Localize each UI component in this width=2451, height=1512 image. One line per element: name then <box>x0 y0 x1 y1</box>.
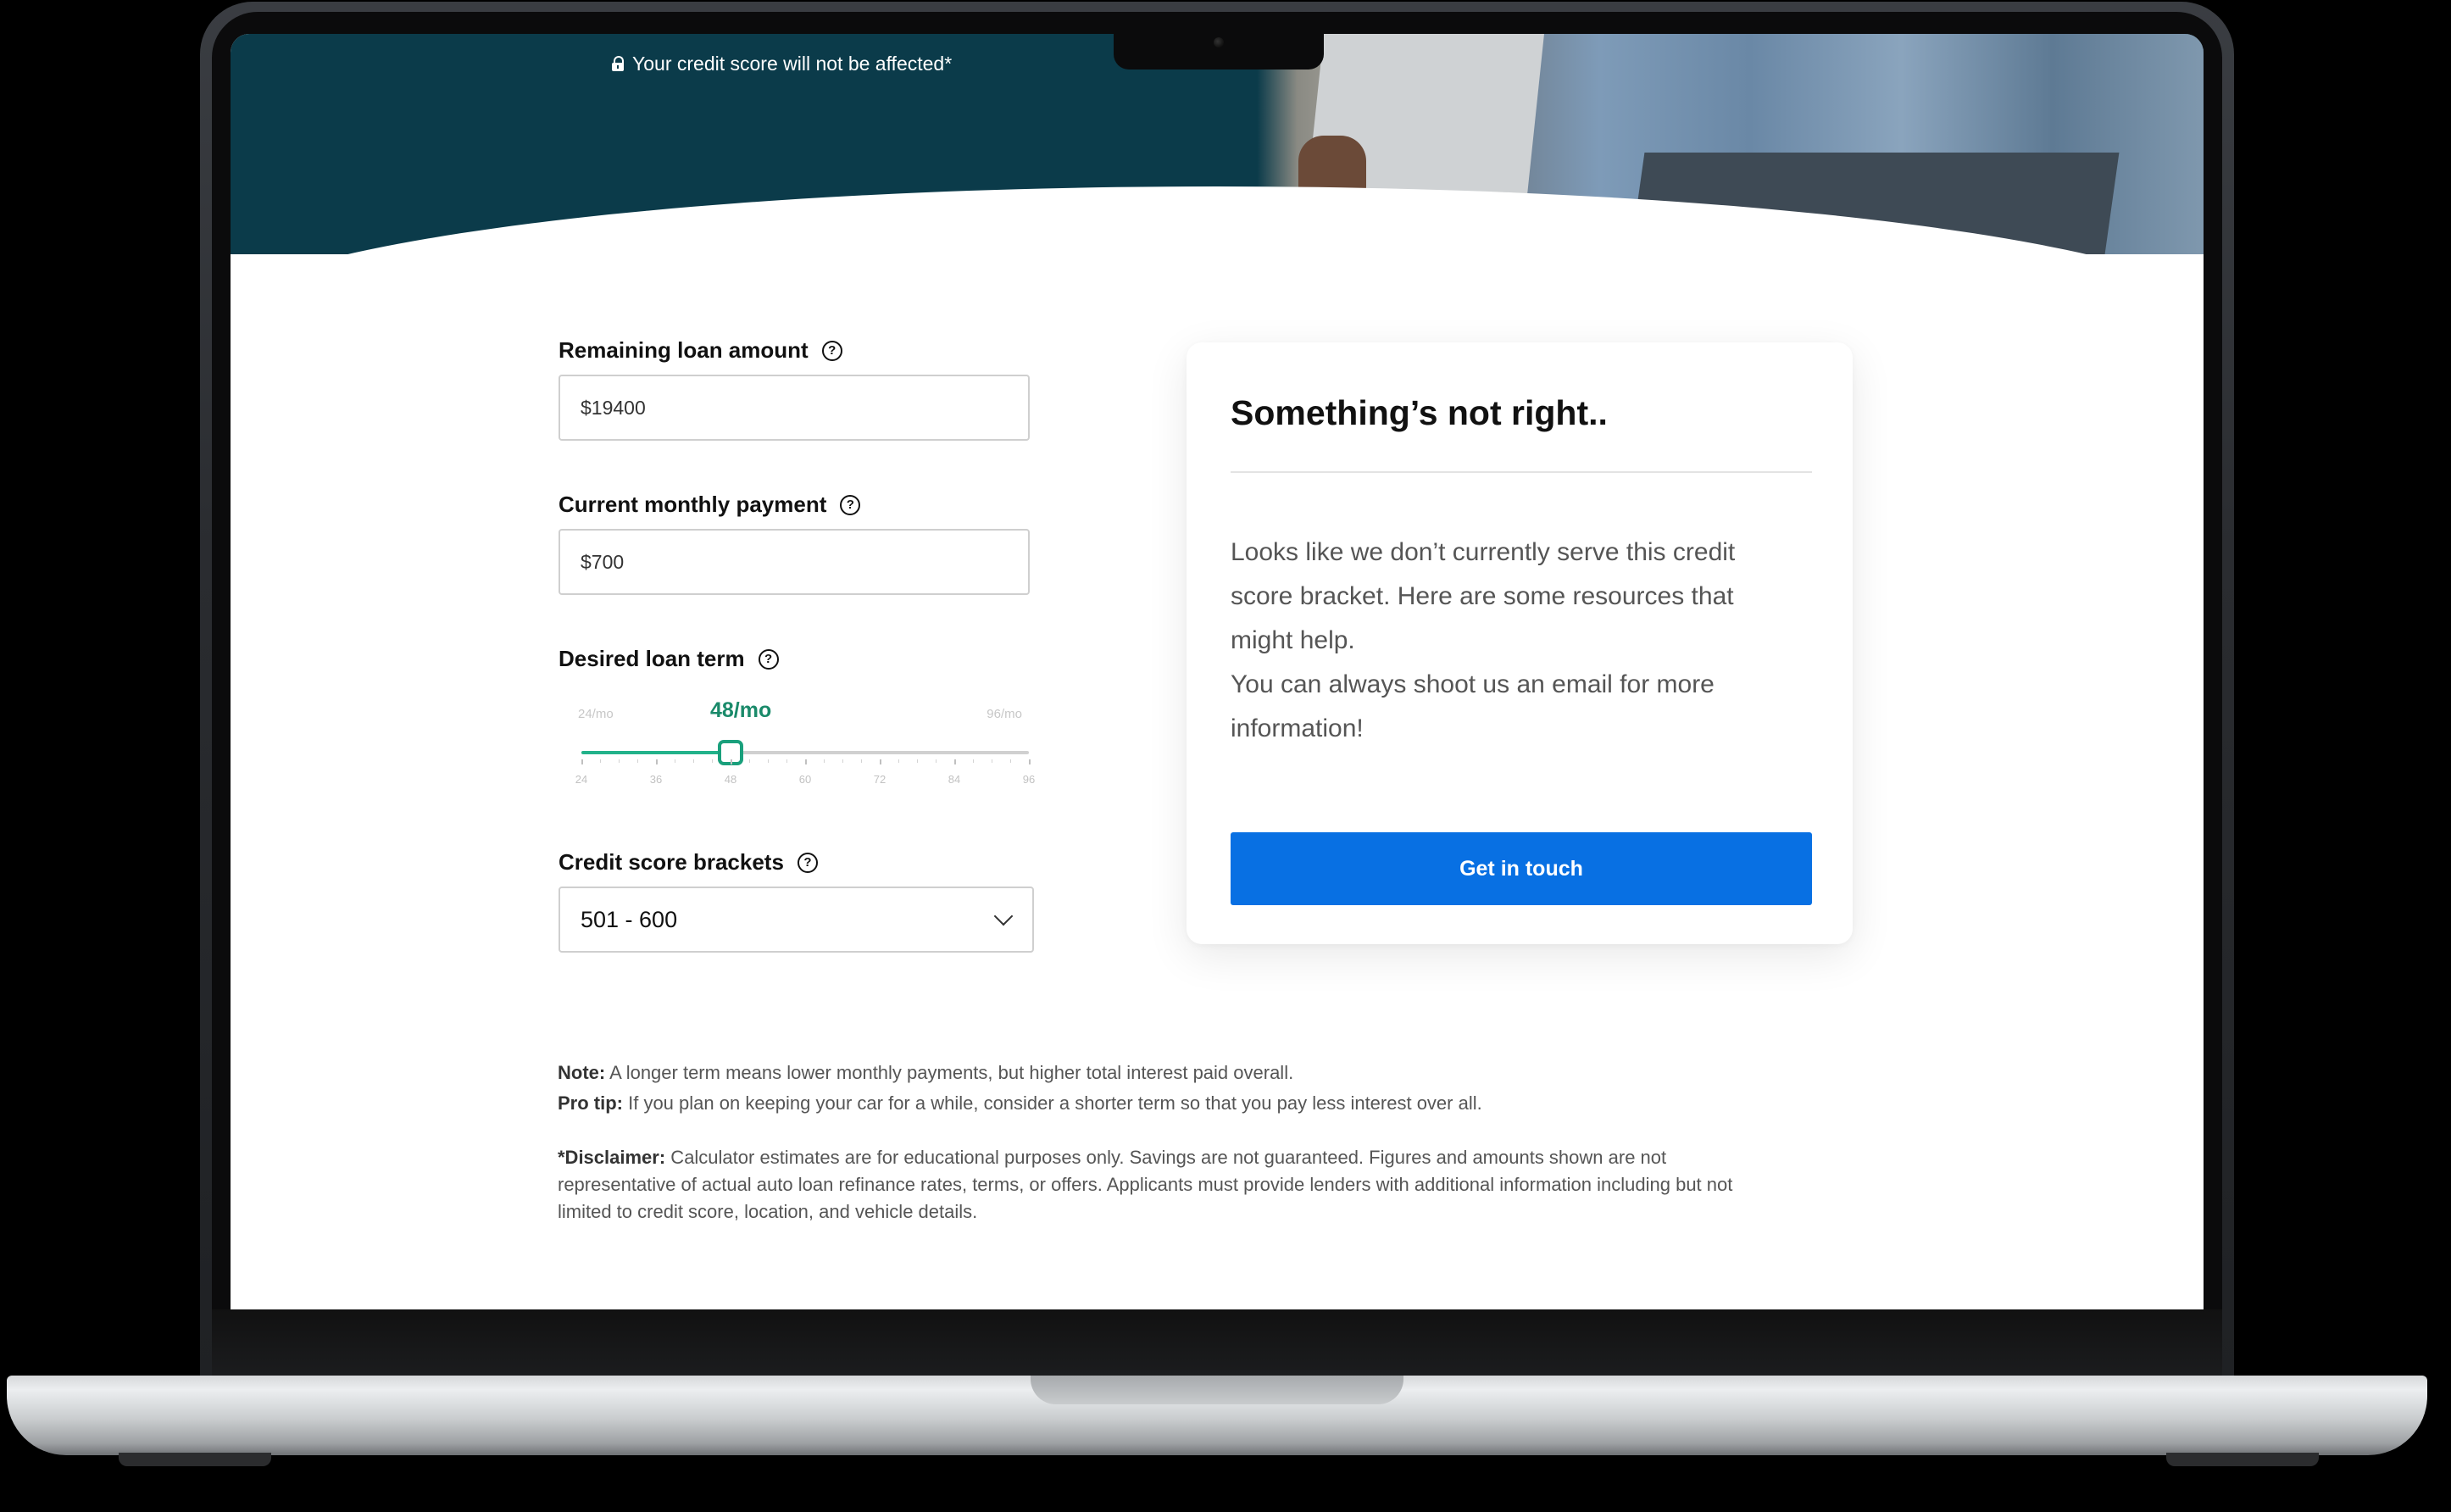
slider-tick <box>768 759 769 763</box>
slider-tick-label: 72 <box>873 773 886 786</box>
notes: Note: A longer term means lower monthly … <box>558 1058 1829 1119</box>
slider-tick <box>973 759 974 763</box>
lock-icon <box>612 56 624 71</box>
slider-tick <box>880 759 881 764</box>
slider-tick <box>786 759 787 763</box>
error-card: Something’s not right.. Looks like we do… <box>1187 342 1853 944</box>
slider-tick <box>861 759 862 763</box>
disclaimer-label: *Disclaimer: <box>558 1147 666 1168</box>
slider-tick <box>917 759 918 763</box>
credit-score-brackets-label: Credit score brackets ? <box>559 849 818 876</box>
slider-tick-label: 84 <box>948 773 961 786</box>
credit-score-note-text: Your credit score will not be affected* <box>632 52 953 75</box>
card-body: Looks like we don’t currently serve this… <box>1231 531 1739 751</box>
slider-tick <box>1010 759 1011 763</box>
pro-tip-text: If you plan on keeping your car for a wh… <box>623 1092 1482 1114</box>
loan-term-slider[interactable]: 24/mo 96/mo 48/mo 24 36 48 60 72 84 96 <box>568 695 1035 797</box>
laptop-foot <box>119 1453 271 1466</box>
slider-tick-label: 60 <box>798 773 812 786</box>
camera-icon <box>1214 37 1224 47</box>
slider-max-label: 96/mo <box>987 707 1022 721</box>
slider-tick <box>749 759 750 763</box>
card-title: Something’s not right.. <box>1231 393 1608 432</box>
help-icon[interactable]: ? <box>821 340 842 361</box>
disclaimer: *Disclaimer: Calculator estimates are fo… <box>558 1144 1778 1226</box>
get-in-touch-button[interactable]: Get in touch <box>1231 832 1812 905</box>
slider-tick-label: 24 <box>575 773 588 786</box>
slider-track[interactable] <box>581 751 1029 754</box>
slider-tick <box>805 759 807 764</box>
slider-tick <box>898 759 899 763</box>
screen: Your credit score will not be affected* … <box>231 34 2204 1309</box>
slider-tick <box>693 759 694 763</box>
note-label: Note: <box>558 1062 606 1083</box>
slider-tick <box>712 759 713 763</box>
card-body-paragraph: You can always shoot us an email for mor… <box>1231 670 1715 742</box>
slider-tick-label: 48 <box>724 773 737 786</box>
current-monthly-payment-label: Current monthly payment ? <box>559 492 861 518</box>
slider-tick <box>954 759 956 764</box>
current-monthly-payment-input[interactable]: $700 <box>559 529 1030 595</box>
credit-score-note: Your credit score will not be affected* <box>612 51 952 76</box>
remaining-loan-amount-label: Remaining loan amount ? <box>559 337 842 364</box>
slider-tick <box>581 759 583 764</box>
disclaimer-text: Calculator estimates are for educational… <box>558 1147 1733 1222</box>
chevron-down-icon <box>993 906 1014 926</box>
laptop-base-notch <box>1031 1376 1403 1404</box>
help-icon[interactable]: ? <box>758 648 779 670</box>
credit-score-brackets-value: 501 - 600 <box>581 906 678 932</box>
camera-notch <box>1114 32 1324 69</box>
note-line: Note: A longer term means lower monthly … <box>558 1058 1829 1088</box>
slider-tick <box>656 759 658 764</box>
slider-tick-label: 96 <box>1022 773 1036 786</box>
credit-score-brackets-label-text: Credit score brackets <box>559 849 784 875</box>
laptop-foot <box>2166 1453 2319 1466</box>
bottom-bezel <box>212 1309 2222 1376</box>
desired-loan-term-label-text: Desired loan term <box>559 646 745 671</box>
slider-tick <box>600 759 601 763</box>
slider-tick <box>731 759 732 764</box>
slider-value-label: 48/mo <box>710 698 772 722</box>
help-icon[interactable]: ? <box>840 494 861 515</box>
current-monthly-payment-label-text: Current monthly payment <box>559 492 827 517</box>
credit-score-brackets-select[interactable]: 501 - 600 <box>559 887 1034 953</box>
help-icon[interactable]: ? <box>797 852 818 873</box>
card-divider <box>1231 471 1812 473</box>
slider-fill <box>581 751 731 754</box>
pro-tip-line: Pro tip: If you plan on keeping your car… <box>558 1088 1829 1119</box>
desired-loan-term-label: Desired loan term ? <box>559 646 779 672</box>
card-body-paragraph: Looks like we don’t currently serve this… <box>1231 538 1736 654</box>
slider-tick-label: 36 <box>649 773 663 786</box>
note-text: A longer term means lower monthly paymen… <box>605 1062 1294 1083</box>
slider-tick <box>842 759 843 763</box>
remaining-loan-amount-input[interactable]: $19400 <box>559 375 1030 441</box>
slider-tick <box>619 759 620 763</box>
slider-ticks <box>581 759 1031 766</box>
remaining-loan-amount-label-text: Remaining loan amount <box>559 337 809 363</box>
slider-tick <box>824 759 825 763</box>
slider-tick <box>637 759 638 763</box>
slider-min-label: 24/mo <box>578 707 614 721</box>
slider-tick-labels: 24 36 48 60 72 84 96 <box>575 773 1035 787</box>
pro-tip-label: Pro tip: <box>558 1092 623 1114</box>
slider-tick <box>1029 759 1031 764</box>
